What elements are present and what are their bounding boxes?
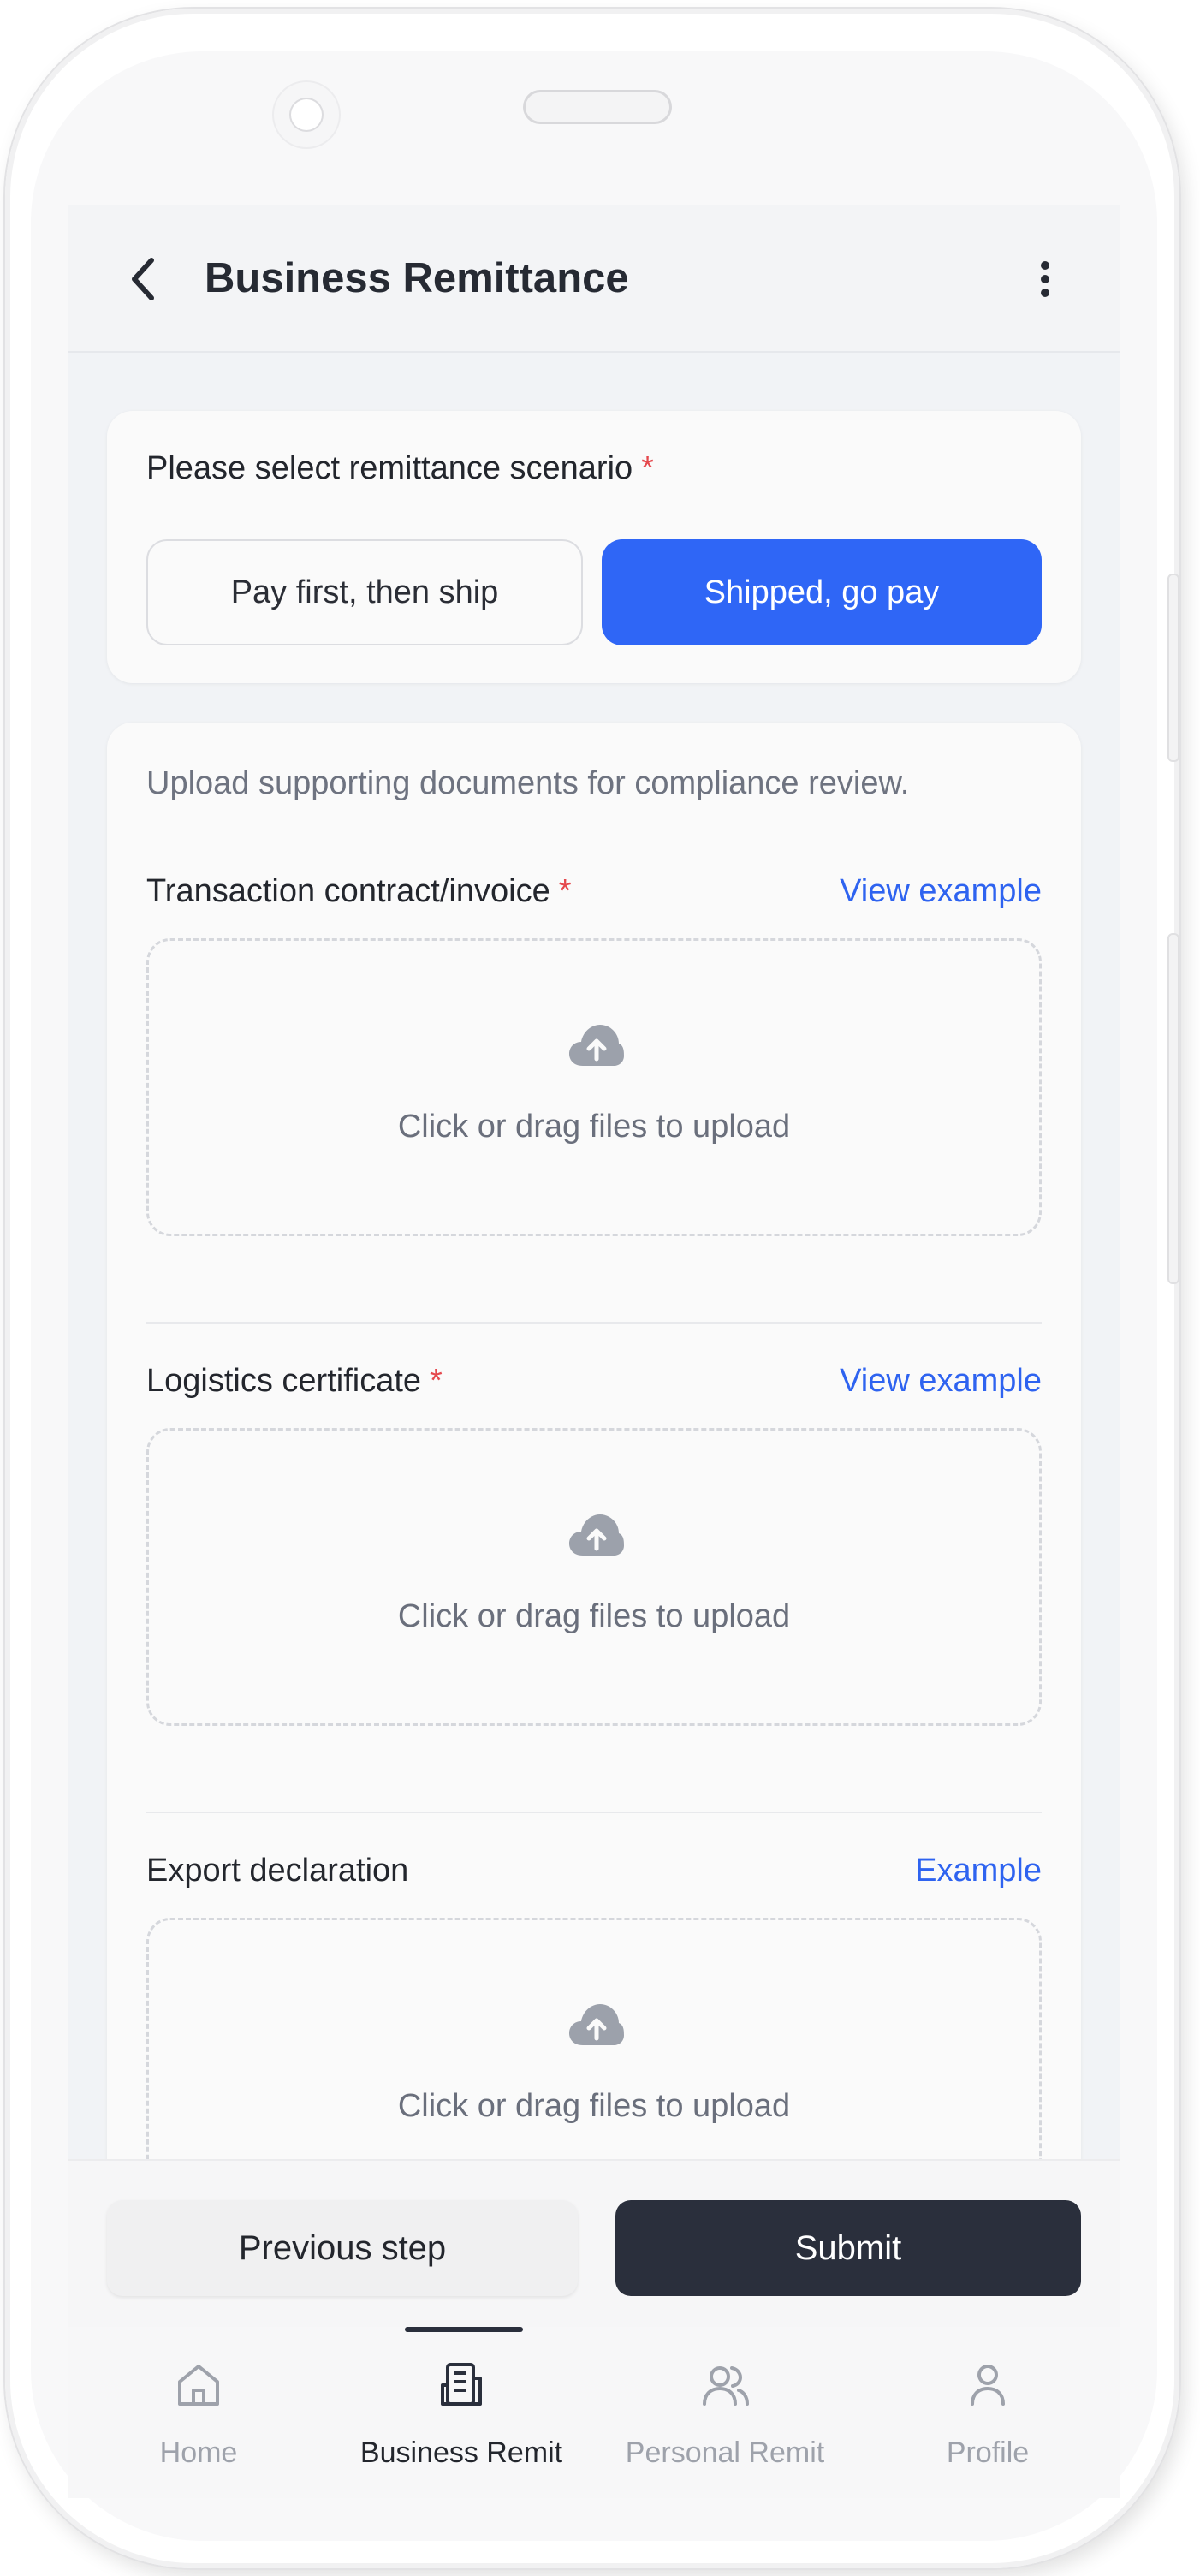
- phone-speaker: [526, 92, 669, 122]
- back-button[interactable]: [119, 253, 170, 305]
- home-icon: [178, 2365, 219, 2406]
- users-icon: [703, 2366, 749, 2406]
- scenario-option-shipped[interactable]: Shipped, go pay: [602, 539, 1042, 645]
- tab-label: Profile: [946, 2436, 1030, 2469]
- view-example-link[interactable]: View example: [840, 1359, 1042, 1402]
- document-label: Export declaration: [146, 1853, 409, 1889]
- tab-personal-remit[interactable]: Personal Remit: [597, 2327, 853, 2498]
- upload-dropzone[interactable]: Click or drag files to upload: [146, 938, 1042, 1236]
- upload-hint: Click or drag files to upload: [397, 2088, 791, 2124]
- upload-hint: Click or drag files to upload: [397, 1598, 791, 1634]
- action-bar: Previous step Submit: [68, 2159, 1120, 2327]
- more-options-button[interactable]: [1019, 253, 1071, 305]
- user-icon: [971, 2365, 1005, 2406]
- view-example-link[interactable]: View example: [840, 870, 1042, 913]
- tab-label: Business Remit: [359, 2436, 563, 2469]
- submit-button[interactable]: Submit: [615, 2200, 1081, 2296]
- cloud-upload-icon: [569, 1514, 624, 1556]
- documents-description: Upload supporting documents for complian…: [146, 765, 910, 801]
- tab-label: Home: [159, 2436, 238, 2469]
- front-camera: [274, 82, 339, 147]
- tab-business-remit[interactable]: Business Remit: [333, 2327, 590, 2498]
- required-mark: *: [430, 1363, 443, 1399]
- upload-hint: Click or drag files to upload: [397, 1109, 791, 1145]
- phone-side-button: [1167, 933, 1179, 1284]
- scenario-label: Please select remittance scenario: [146, 450, 633, 486]
- document-label: Logistics certificate: [146, 1363, 422, 1399]
- more-vertical-icon: [1041, 261, 1049, 297]
- document-label: Transaction contract/invoice: [146, 873, 550, 909]
- required-mark: *: [558, 873, 572, 909]
- scenario-card: Please select remittance scenario * Pay f…: [107, 411, 1081, 683]
- tab-home[interactable]: Home: [70, 2327, 327, 2498]
- document-label-row: Export declaration: [146, 1849, 408, 1892]
- scenario-option-pay-first[interactable]: Pay first, then ship: [146, 539, 583, 645]
- document-label-row: Logistics certificate *: [146, 1359, 443, 1402]
- building-icon: [441, 2363, 482, 2406]
- divider: [146, 1322, 1042, 1324]
- example-link[interactable]: Example: [915, 1849, 1042, 1892]
- document-label-row: Transaction contract/invoice *: [146, 870, 572, 913]
- scenario-label-row: Please select remittance scenario *: [146, 447, 654, 490]
- tab-profile[interactable]: Profile: [859, 2327, 1116, 2498]
- divider: [146, 1812, 1042, 1813]
- tab-label: Personal Remit: [625, 2436, 825, 2469]
- cloud-upload-icon: [569, 1025, 624, 1066]
- bottom-tab-bar: Home Business Remit Personal Remit Profi…: [68, 2327, 1120, 2498]
- page-title: Business Remittance: [205, 255, 629, 301]
- phone-side-button: [1167, 574, 1179, 762]
- chevron-left-icon: [132, 258, 154, 300]
- upload-dropzone[interactable]: Click or drag files to upload: [146, 1428, 1042, 1726]
- cloud-upload-icon: [569, 2004, 624, 2045]
- app-screen: Business Remittance Please select remitt…: [68, 205, 1120, 2327]
- required-mark: *: [641, 450, 654, 486]
- documents-card: Upload supporting documents for complian…: [107, 723, 1081, 2327]
- top-app-bar: Business Remittance: [68, 205, 1120, 353]
- previous-step-button[interactable]: Previous step: [107, 2200, 578, 2296]
